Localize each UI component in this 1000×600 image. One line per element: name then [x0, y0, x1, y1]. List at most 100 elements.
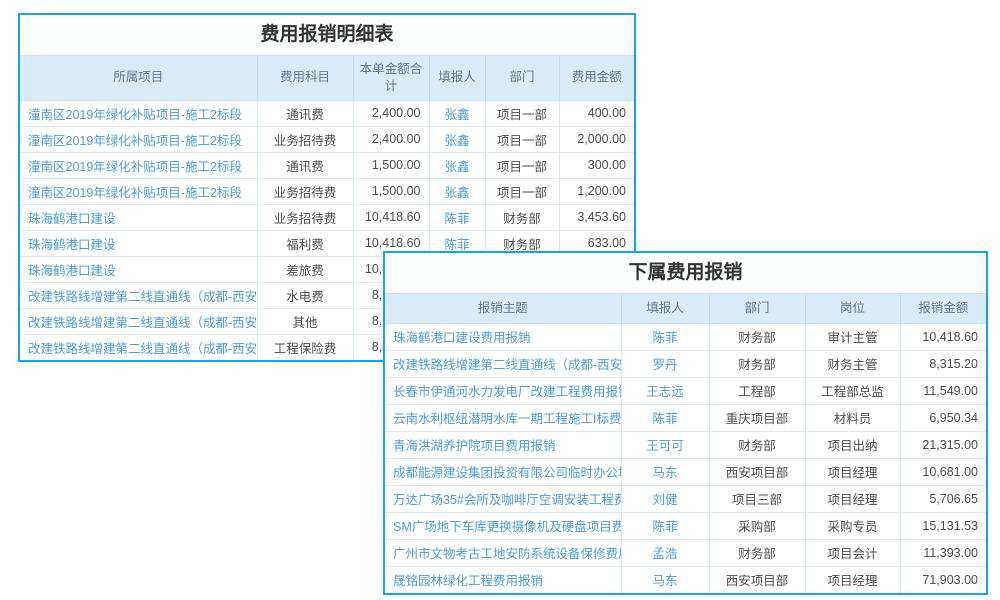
- reporter-link[interactable]: 张鑫: [429, 152, 485, 178]
- reporter-link[interactable]: 陈菲: [621, 512, 709, 539]
- department-cell: 财务部: [709, 539, 805, 566]
- amount-cell: 11,549.00: [900, 377, 986, 404]
- position-cell: 项目经理: [805, 458, 900, 485]
- total-cell: 1,500.00: [353, 178, 429, 204]
- project-link[interactable]: 潼南区2019年绿化补贴项目-施工2标段: [20, 178, 257, 204]
- column-header-category: 费用科目: [257, 56, 353, 100]
- department-cell: 项目三部: [709, 485, 805, 512]
- project-link[interactable]: 珠海鹤港口建设: [20, 230, 257, 256]
- amount-cell: 21,315.00: [900, 431, 986, 458]
- table-row: 潼南区2019年绿化补贴项目-施工2标段 通讯费 2,400.00 张鑫 项目一…: [20, 100, 634, 126]
- department-cell: 西安项目部: [709, 566, 805, 593]
- column-header-reporter: 填报人: [429, 56, 485, 100]
- reporter-link[interactable]: 王志远: [621, 377, 709, 404]
- subject-link[interactable]: 长春市伊通河水力发电厂改建工程费用报销: [385, 377, 621, 404]
- reporter-link[interactable]: 陈菲: [429, 204, 485, 230]
- department-cell: 项目一部: [485, 100, 559, 126]
- amount-cell: 11,393.00: [900, 539, 986, 566]
- column-header-department: 部门: [709, 294, 805, 323]
- reporter-link[interactable]: 陈菲: [621, 404, 709, 431]
- project-link[interactable]: 潼南区2019年绿化补贴项目-施工2标段: [20, 100, 257, 126]
- table-row: 潼南区2019年绿化补贴项目-施工2标段 通讯费 1,500.00 张鑫 项目一…: [20, 152, 634, 178]
- subject-link[interactable]: 青海洪湖养护院项目费用报销: [385, 431, 621, 458]
- total-cell: 2,400.00: [353, 126, 429, 152]
- category-cell: 工程保险费: [257, 334, 353, 360]
- table-row: 珠海鹤港口建设 业务招待费 10,418.60 陈菲 财务部 3,453.60: [20, 204, 634, 230]
- position-cell: 项目出纳: [805, 431, 900, 458]
- table-row: SM广场地下车库更换摄像机及硬盘项目费用报销 陈菲 采购部 采购专员 15,13…: [385, 512, 986, 539]
- reporter-link[interactable]: 孟浩: [621, 539, 709, 566]
- table-row: 云南水利枢纽潜明水库一期工程施工I标费用报销 陈菲 重庆项目部 材料员 6,95…: [385, 404, 986, 431]
- reporter-link[interactable]: 马东: [621, 566, 709, 593]
- department-cell: 项目一部: [485, 126, 559, 152]
- reporter-link[interactable]: 张鑫: [429, 100, 485, 126]
- column-header-position: 岗位: [805, 294, 900, 323]
- position-cell: 项目经理: [805, 485, 900, 512]
- amount-cell: 400.00: [559, 100, 634, 126]
- project-link[interactable]: 珠海鹤港口建设: [20, 256, 257, 282]
- amount-cell: 8,315.20: [900, 350, 986, 377]
- subordinate-expense-table-title: 下属费用报销: [385, 253, 986, 294]
- table-row: 晟铭园林绿化工程费用报销 马东 西安项目部 项目经理 71,903.00: [385, 566, 986, 593]
- position-cell: 项目经理: [805, 566, 900, 593]
- department-cell: 工程部: [709, 377, 805, 404]
- table-row: 青海洪湖养护院项目费用报销 王可可 财务部 项目出纳 21,315.00: [385, 431, 986, 458]
- subject-link[interactable]: 成都能源建设集团投资有限公司临时办公场地费用报销: [385, 458, 621, 485]
- category-cell: 通讯费: [257, 152, 353, 178]
- reporter-link[interactable]: 刘健: [621, 485, 709, 512]
- category-cell: 业务招待费: [257, 204, 353, 230]
- reporter-link[interactable]: 王可可: [621, 431, 709, 458]
- subject-link[interactable]: 万达广场35#会所及咖啡厅空调安装工程费用报销: [385, 485, 621, 512]
- header-row: 报销主题 填报人 部门 岗位 报销金额: [385, 294, 986, 323]
- category-cell: 福利费: [257, 230, 353, 256]
- subordinate-expense-table: 下属费用报销 报销主题 填报人 部门 岗位 报销金额 珠海鹤港口建设费用报销 陈…: [383, 251, 988, 595]
- table-row: 潼南区2019年绿化补贴项目-施工2标段 业务招待费 1,500.00 张鑫 项…: [20, 178, 634, 204]
- amount-cell: 15,131.53: [900, 512, 986, 539]
- table-row: 万达广场35#会所及咖啡厅空调安装工程费用报销 刘健 项目三部 项目经理 5,7…: [385, 485, 986, 512]
- reporter-link[interactable]: 陈菲: [621, 323, 709, 350]
- subject-link[interactable]: 广州市文物考古工地安防系统设备保修费用报销: [385, 539, 621, 566]
- table-row: 珠海鹤港口建设费用报销 陈菲 财务部 审计主管 10,418.60: [385, 323, 986, 350]
- department-cell: 项目一部: [485, 152, 559, 178]
- reporter-link[interactable]: 马东: [621, 458, 709, 485]
- project-link[interactable]: 珠海鹤港口建设: [20, 204, 257, 230]
- subordinate-expense-grid: 报销主题 填报人 部门 岗位 报销金额 珠海鹤港口建设费用报销 陈菲 财务部 审…: [385, 294, 986, 593]
- amount-cell: 6,950.34: [900, 404, 986, 431]
- project-link[interactable]: 改建铁路线增建第二线直通线（成都-西安）: [20, 308, 257, 334]
- category-cell: 水电费: [257, 282, 353, 308]
- reporter-link[interactable]: 罗丹: [621, 350, 709, 377]
- category-cell: 其他: [257, 308, 353, 334]
- expense-detail-table-title: 费用报销明细表: [20, 15, 634, 56]
- project-link[interactable]: 潼南区2019年绿化补贴项目-施工2标段: [20, 126, 257, 152]
- column-header-reporter: 填报人: [621, 294, 709, 323]
- total-cell: 1,500.00: [353, 152, 429, 178]
- reporter-link[interactable]: 张鑫: [429, 126, 485, 152]
- table-row: 改建铁路线增建第二线直通线（成都-西安） 罗丹 财务部 财务主管 8,315.2…: [385, 350, 986, 377]
- project-link[interactable]: 改建铁路线增建第二线直通线（成都-西安）: [20, 334, 257, 360]
- column-header-subject: 报销主题: [385, 294, 621, 323]
- table-row: 广州市文物考古工地安防系统设备保修费用报销 孟浩 财务部 项目会计 11,393…: [385, 539, 986, 566]
- amount-cell: 71,903.00: [900, 566, 986, 593]
- department-cell: 项目一部: [485, 178, 559, 204]
- department-cell: 财务部: [709, 323, 805, 350]
- reporter-link[interactable]: 张鑫: [429, 178, 485, 204]
- subject-link[interactable]: 云南水利枢纽潜明水库一期工程施工I标费用报销: [385, 404, 621, 431]
- department-cell: 采购部: [709, 512, 805, 539]
- category-cell: 差旅费: [257, 256, 353, 282]
- amount-cell: 10,681.00: [900, 458, 986, 485]
- amount-cell: 1,200.00: [559, 178, 634, 204]
- department-cell: 财务部: [485, 204, 559, 230]
- subject-link[interactable]: 珠海鹤港口建设费用报销: [385, 323, 621, 350]
- project-link[interactable]: 改建铁路线增建第二线直通线（成都-西安）: [20, 282, 257, 308]
- amount-cell: 2,000.00: [559, 126, 634, 152]
- subject-link[interactable]: 晟铭园林绿化工程费用报销: [385, 566, 621, 593]
- category-cell: 业务招待费: [257, 126, 353, 152]
- project-link[interactable]: 潼南区2019年绿化补贴项目-施工2标段: [20, 152, 257, 178]
- subject-link[interactable]: SM广场地下车库更换摄像机及硬盘项目费用报销: [385, 512, 621, 539]
- subject-link[interactable]: 改建铁路线增建第二线直通线（成都-西安）: [385, 350, 621, 377]
- category-cell: 通讯费: [257, 100, 353, 126]
- column-header-project: 所属项目: [20, 56, 257, 100]
- position-cell: 材料员: [805, 404, 900, 431]
- position-cell: 项目会计: [805, 539, 900, 566]
- table-row: 成都能源建设集团投资有限公司临时办公场地费用报销 马东 西安项目部 项目经理 1…: [385, 458, 986, 485]
